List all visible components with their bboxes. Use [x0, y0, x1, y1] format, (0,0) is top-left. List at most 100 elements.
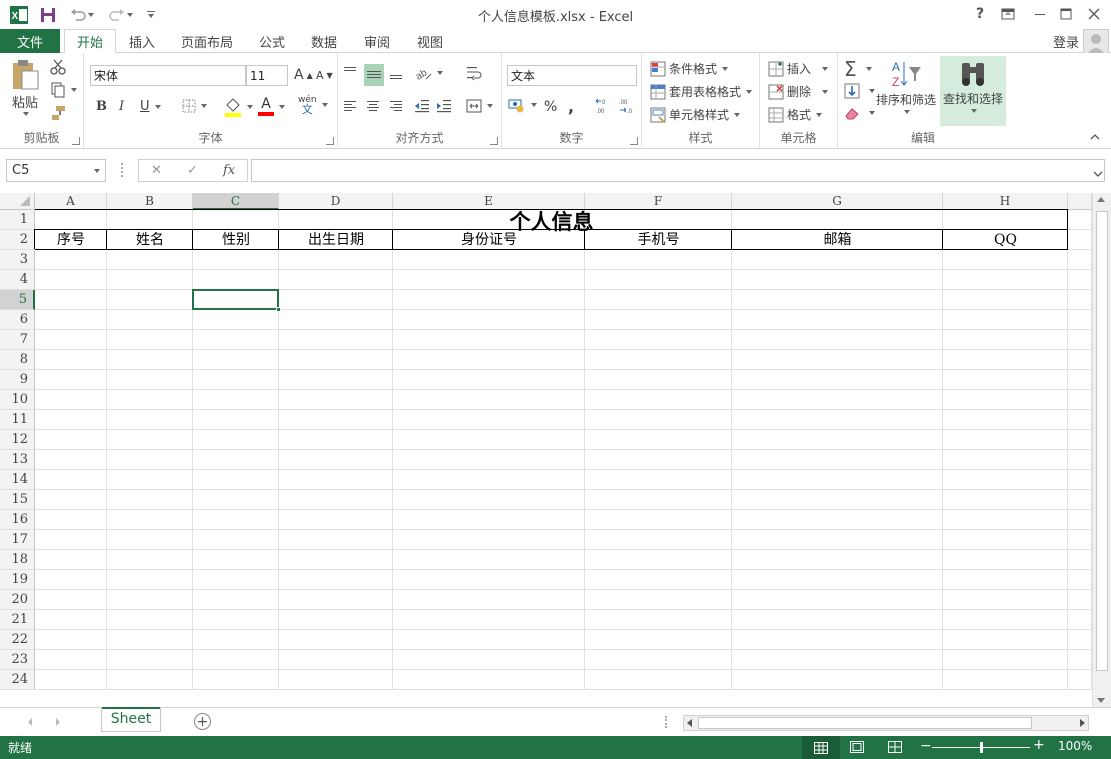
font-launcher-icon[interactable]: [326, 137, 334, 145]
zoom-level[interactable]: 100%: [1058, 739, 1092, 753]
number-format-select[interactable]: 文本: [507, 65, 637, 86]
page-layout-view-icon[interactable]: [850, 741, 864, 756]
merge-center-icon[interactable]: [466, 99, 493, 113]
align-center-icon[interactable]: [367, 99, 381, 113]
decrease-decimal-icon[interactable]: .00 .0: [617, 97, 635, 115]
zoom-out-icon[interactable]: −: [920, 738, 932, 754]
sort-filter-button[interactable]: AZ 排序和筛选: [876, 59, 936, 114]
maximize-icon[interactable]: [1052, 2, 1080, 26]
row-header-7[interactable]: 7: [0, 330, 35, 350]
cell-styles-button[interactable]: 单元格样式: [650, 106, 741, 123]
fill-button[interactable]: [844, 83, 875, 99]
customize-qat-icon[interactable]: [144, 4, 158, 26]
expand-formula-bar-icon[interactable]: [1093, 167, 1103, 181]
row-header-13[interactable]: 13: [0, 450, 35, 470]
font-size-select[interactable]: 11: [246, 65, 288, 86]
alignment-launcher-icon[interactable]: [490, 137, 498, 145]
align-left-icon[interactable]: [344, 99, 358, 113]
row-header-18[interactable]: 18: [0, 550, 35, 570]
format-cells-button[interactable]: 格式: [768, 106, 823, 123]
wrap-text-icon[interactable]: [466, 65, 482, 81]
zoom-slider[interactable]: [932, 742, 1030, 753]
close-icon[interactable]: [1080, 2, 1108, 26]
tab-formulas[interactable]: 公式: [250, 29, 294, 53]
format-painter-icon[interactable]: [50, 105, 66, 121]
row-header-3[interactable]: 3: [0, 250, 35, 270]
tab-review[interactable]: 审阅: [355, 29, 399, 53]
format-as-table-button[interactable]: 套用表格格式: [650, 83, 753, 100]
accounting-format-icon[interactable]: [508, 97, 537, 113]
column-header-i[interactable]: [1068, 193, 1092, 210]
cut-icon[interactable]: [50, 59, 66, 75]
ribbon-display-options-icon[interactable]: [994, 2, 1022, 26]
zoom-in-icon[interactable]: +: [1033, 737, 1045, 753]
login-link[interactable]: 登录: [1053, 32, 1079, 51]
add-sheet-icon[interactable]: +: [194, 713, 211, 730]
next-sheet-icon[interactable]: [56, 718, 60, 726]
borders-icon[interactable]: [182, 99, 207, 113]
underline-button[interactable]: U: [140, 99, 161, 114]
increase-indent-icon[interactable]: [436, 99, 452, 113]
comma-button[interactable]: ,: [568, 97, 574, 116]
bold-button[interactable]: B: [96, 99, 107, 114]
header-cell[interactable]: 邮箱: [732, 230, 943, 250]
row-header-2[interactable]: 2: [0, 230, 35, 250]
redo-icon[interactable]: [107, 4, 135, 26]
zoom-slider-thumb[interactable]: [980, 742, 983, 753]
name-box[interactable]: C5: [6, 159, 106, 182]
header-cell[interactable]: 身份证号: [393, 230, 585, 250]
number-launcher-icon[interactable]: [630, 137, 638, 145]
select-all-corner[interactable]: [0, 193, 35, 210]
row-header-21[interactable]: 21: [0, 610, 35, 630]
worksheet-grid[interactable]: A B C D E F G H 1 2 3 4 5 6 7 8 9 10 11 12 13 14 15 16 17 18 19 20 2…: [0, 193, 1092, 707]
row-header-1[interactable]: 1: [0, 210, 35, 230]
row-header-11[interactable]: 11: [0, 410, 35, 430]
insert-function-icon[interactable]: fx: [223, 163, 235, 178]
scroll-right-icon[interactable]: [1080, 719, 1085, 727]
vertical-scrollbar[interactable]: [1092, 193, 1111, 707]
tab-file[interactable]: 文件: [0, 29, 60, 53]
percent-button[interactable]: %: [544, 99, 557, 115]
clipboard-launcher-icon[interactable]: [72, 137, 80, 145]
tab-split-grip-icon[interactable]: [665, 716, 667, 728]
align-bottom-icon[interactable]: [390, 73, 404, 81]
align-right-icon[interactable]: [390, 99, 404, 113]
enter-icon[interactable]: ✓: [187, 163, 198, 178]
row-header-16[interactable]: 16: [0, 510, 35, 530]
header-cell[interactable]: 手机号: [585, 230, 732, 250]
row-header-24[interactable]: 24: [0, 670, 35, 690]
collapse-ribbon-icon[interactable]: [1090, 133, 1100, 141]
align-top-icon[interactable]: [344, 65, 358, 73]
scroll-left-icon[interactable]: [687, 719, 692, 727]
conditional-formatting-button[interactable]: 条件格式: [650, 60, 729, 77]
delete-cells-button[interactable]: 删除: [768, 83, 829, 100]
header-cell[interactable]: QQ: [943, 230, 1068, 250]
tab-data[interactable]: 数据: [302, 29, 346, 53]
cancel-icon[interactable]: ✕: [151, 163, 162, 178]
row-header-17[interactable]: 17: [0, 530, 35, 550]
row-header-6[interactable]: 6: [0, 310, 35, 330]
scroll-up-icon[interactable]: [1097, 197, 1105, 202]
decrease-indent-icon[interactable]: [414, 99, 430, 113]
row-header-20[interactable]: 20: [0, 590, 35, 610]
increase-decimal-icon[interactable]: 0.00: [594, 97, 612, 115]
shrink-font-button[interactable]: A ▼: [316, 69, 333, 82]
grow-font-button[interactable]: A ▲: [294, 67, 313, 83]
row-header-4[interactable]: 4: [0, 270, 35, 290]
header-cell[interactable]: 出生日期: [279, 230, 393, 250]
vertical-scroll-thumb[interactable]: [1096, 211, 1108, 671]
row-header-5[interactable]: 5: [0, 290, 35, 310]
tab-home[interactable]: 开始: [64, 29, 116, 54]
undo-icon[interactable]: [68, 4, 96, 26]
minimize-icon[interactable]: [1026, 2, 1054, 26]
sheet-title-cell[interactable]: 个人信息: [35, 208, 1068, 234]
sheet-tab-sheet[interactable]: Sheet: [101, 707, 161, 732]
scroll-down-icon[interactable]: [1097, 698, 1105, 703]
orientation-icon[interactable]: ab: [414, 65, 443, 81]
tab-page-layout[interactable]: 页面布局: [172, 29, 242, 53]
row-header-9[interactable]: 9: [0, 370, 35, 390]
header-cell[interactable]: 序号: [35, 230, 107, 250]
row-header-14[interactable]: 14: [0, 470, 35, 490]
formula-input[interactable]: [251, 159, 1105, 182]
horizontal-scroll-thumb[interactable]: [698, 717, 1032, 729]
